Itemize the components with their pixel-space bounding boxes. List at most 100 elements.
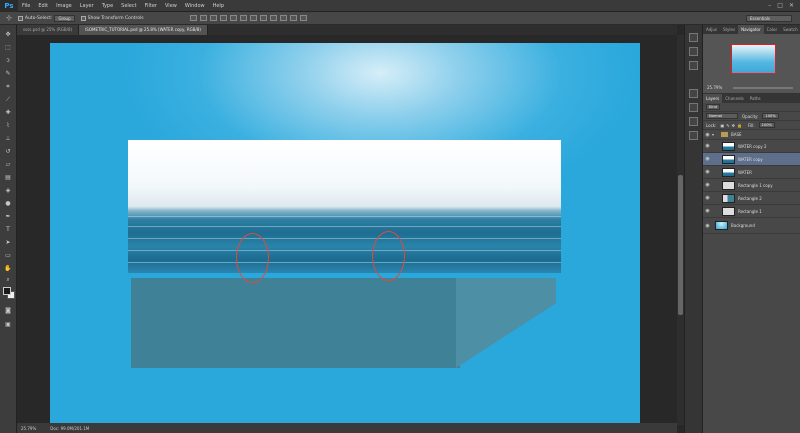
blur-tool-icon[interactable]: ◈ bbox=[3, 187, 13, 195]
properties-panel-icon[interactable] bbox=[689, 61, 698, 70]
layer-kind-filter[interactable]: Kind bbox=[706, 104, 720, 110]
menu-edit[interactable]: Edit bbox=[34, 3, 52, 9]
shape-tool-icon[interactable]: ▭ bbox=[3, 252, 13, 260]
tab-channels[interactable]: Channels bbox=[722, 94, 747, 103]
visibility-eye-icon[interactable]: ◉ bbox=[703, 208, 712, 214]
move-tool-icon[interactable]: ✥ bbox=[3, 31, 13, 39]
type-tool-icon[interactable]: T bbox=[3, 226, 13, 234]
transform-controls-checkbox[interactable] bbox=[80, 15, 86, 21]
visibility-eye-icon[interactable]: ◉ bbox=[703, 143, 712, 149]
distribute-top-icon[interactable] bbox=[249, 15, 257, 21]
canvas-area[interactable] bbox=[17, 35, 677, 423]
quick-mask-icon[interactable]: ◙ bbox=[3, 307, 13, 315]
navigator-preview[interactable]: 25.79% bbox=[703, 34, 800, 94]
zoom-tool-icon[interactable]: ⌕ bbox=[3, 276, 13, 284]
tab-navigator[interactable]: Navigator bbox=[738, 25, 764, 34]
visibility-eye-icon[interactable]: ◉ bbox=[703, 223, 712, 229]
menu-select[interactable]: Select bbox=[117, 3, 140, 9]
blend-mode-dropdown[interactable]: Normal bbox=[706, 113, 738, 119]
visibility-eye-icon[interactable]: ◉ bbox=[703, 156, 712, 162]
fill-field[interactable]: 100% bbox=[758, 122, 775, 128]
menu-window[interactable]: Window bbox=[181, 3, 209, 9]
minimize-button[interactable]: – bbox=[768, 2, 771, 9]
brush-tool-icon[interactable]: ⌇ bbox=[3, 122, 13, 130]
menu-type[interactable]: Type bbox=[98, 3, 117, 9]
menu-file[interactable]: File bbox=[18, 3, 34, 9]
close-button[interactable]: ✕ bbox=[789, 2, 794, 9]
menu-view[interactable]: View bbox=[161, 3, 181, 9]
layer-water-copy[interactable]: ◉ WATER copy bbox=[703, 153, 800, 166]
layer-background[interactable]: ◉ Background bbox=[703, 218, 800, 234]
vertical-scroll-thumb[interactable] bbox=[678, 175, 683, 315]
hand-tool-icon[interactable]: ✋ bbox=[3, 265, 13, 273]
distribute-bottom-icon[interactable] bbox=[269, 15, 277, 21]
dodge-tool-icon[interactable]: ● bbox=[3, 200, 13, 208]
quick-select-tool-icon[interactable]: ✎ bbox=[3, 70, 13, 78]
layer-rectangle-1[interactable]: ◉ Rectangle 1 bbox=[703, 205, 800, 218]
align-bottom-icon[interactable] bbox=[209, 15, 217, 21]
clone-stamp-tool-icon[interactable]: ⊥ bbox=[3, 135, 13, 143]
gradient-tool-icon[interactable]: ▤ bbox=[3, 174, 13, 182]
screen-mode-icon[interactable]: ▣ bbox=[3, 321, 13, 329]
eyedropper-tool-icon[interactable]: ⟋ bbox=[3, 96, 13, 104]
layer-group-base[interactable]: ◉ ▾ BASE bbox=[703, 130, 800, 140]
align-right-icon[interactable] bbox=[239, 15, 247, 21]
tab-isometric-tutorial[interactable]: ISOMETRIC_TUTORIAL.psd @ 25.8% (WATER co… bbox=[79, 25, 208, 35]
workspace-switcher[interactable]: Essentials bbox=[746, 15, 792, 22]
group-expand-arrow-icon[interactable]: ▾ bbox=[712, 132, 718, 137]
pen-tool-icon[interactable]: ✒ bbox=[3, 213, 13, 221]
distribute-right-icon[interactable] bbox=[299, 15, 307, 21]
zoom-level[interactable]: 25.79% bbox=[21, 426, 36, 431]
tab-styles[interactable]: Styles bbox=[720, 25, 738, 34]
menu-image[interactable]: Image bbox=[52, 3, 76, 9]
layer-water[interactable]: ◉ WATER bbox=[703, 166, 800, 179]
align-top-icon[interactable] bbox=[189, 15, 197, 21]
marquee-tool-icon[interactable]: ⬚ bbox=[3, 44, 13, 52]
align-left-icon[interactable] bbox=[219, 15, 227, 21]
healing-brush-tool-icon[interactable]: ✚ bbox=[3, 109, 13, 117]
visibility-eye-icon[interactable]: ◉ bbox=[703, 132, 712, 138]
vertical-scrollbar[interactable] bbox=[677, 35, 684, 425]
tab-swatches[interactable]: Swatch bbox=[780, 25, 800, 34]
distribute-left-icon[interactable] bbox=[279, 15, 287, 21]
align-vcenter-icon[interactable] bbox=[199, 15, 207, 21]
auto-select-checkbox[interactable] bbox=[17, 15, 23, 21]
tab-adjustments[interactable]: Adjus bbox=[703, 25, 720, 34]
paragraph-panel-icon[interactable] bbox=[689, 103, 698, 112]
distribute-vcenter-icon[interactable] bbox=[259, 15, 267, 21]
navigator-view-box[interactable] bbox=[731, 44, 776, 74]
character-panel-icon[interactable] bbox=[689, 89, 698, 98]
history-panel-icon[interactable] bbox=[689, 33, 698, 42]
visibility-eye-icon[interactable]: ◉ bbox=[703, 182, 712, 188]
lock-icons[interactable]: ▣✎✥🔒 bbox=[720, 123, 743, 128]
visibility-eye-icon[interactable]: ◉ bbox=[703, 195, 712, 201]
opacity-field[interactable]: 100% bbox=[762, 113, 779, 119]
path-select-tool-icon[interactable]: ➤ bbox=[3, 239, 13, 247]
tab-color[interactable]: Color bbox=[764, 25, 780, 34]
tab-ssss[interactable]: ssss.psd @ 25% (RGB/8) bbox=[17, 25, 80, 35]
layer-rectangle-1-copy[interactable]: ◉ Rectangle 1 copy bbox=[703, 179, 800, 192]
layer-rectangle-2[interactable]: ◉ Rectangle 2 bbox=[703, 192, 800, 205]
move-tool-preset-icon[interactable]: ⊹ bbox=[6, 14, 12, 22]
menu-help[interactable]: Help bbox=[209, 3, 228, 9]
layer-water-copy-2[interactable]: ◉ WATER copy 2 bbox=[703, 140, 800, 153]
tool-presets-panel-icon[interactable] bbox=[689, 131, 698, 140]
align-hcenter-icon[interactable] bbox=[229, 15, 237, 21]
menu-filter[interactable]: Filter bbox=[141, 3, 161, 9]
history-brush-tool-icon[interactable]: ↺ bbox=[3, 148, 13, 156]
crop-tool-icon[interactable]: ⌗ bbox=[3, 83, 13, 91]
menu-layer[interactable]: Layer bbox=[76, 3, 98, 9]
navigator-zoom[interactable]: 25.79% bbox=[707, 85, 722, 90]
brush-panel-icon[interactable] bbox=[689, 117, 698, 126]
actions-panel-icon[interactable] bbox=[689, 47, 698, 56]
visibility-eye-icon[interactable]: ◉ bbox=[703, 169, 712, 175]
distribute-hcenter-icon[interactable] bbox=[289, 15, 297, 21]
navigator-zoom-slider[interactable] bbox=[733, 87, 793, 89]
eraser-tool-icon[interactable]: ▱ bbox=[3, 161, 13, 169]
tab-layers[interactable]: Layers bbox=[703, 94, 723, 103]
maximize-button[interactable]: □ bbox=[777, 2, 783, 9]
auto-select-dropdown[interactable]: Group bbox=[54, 14, 75, 22]
lasso-tool-icon[interactable]: ↄ bbox=[3, 57, 13, 65]
tab-paths[interactable]: Paths bbox=[747, 94, 764, 103]
foreground-color-swatch[interactable] bbox=[3, 287, 11, 295]
